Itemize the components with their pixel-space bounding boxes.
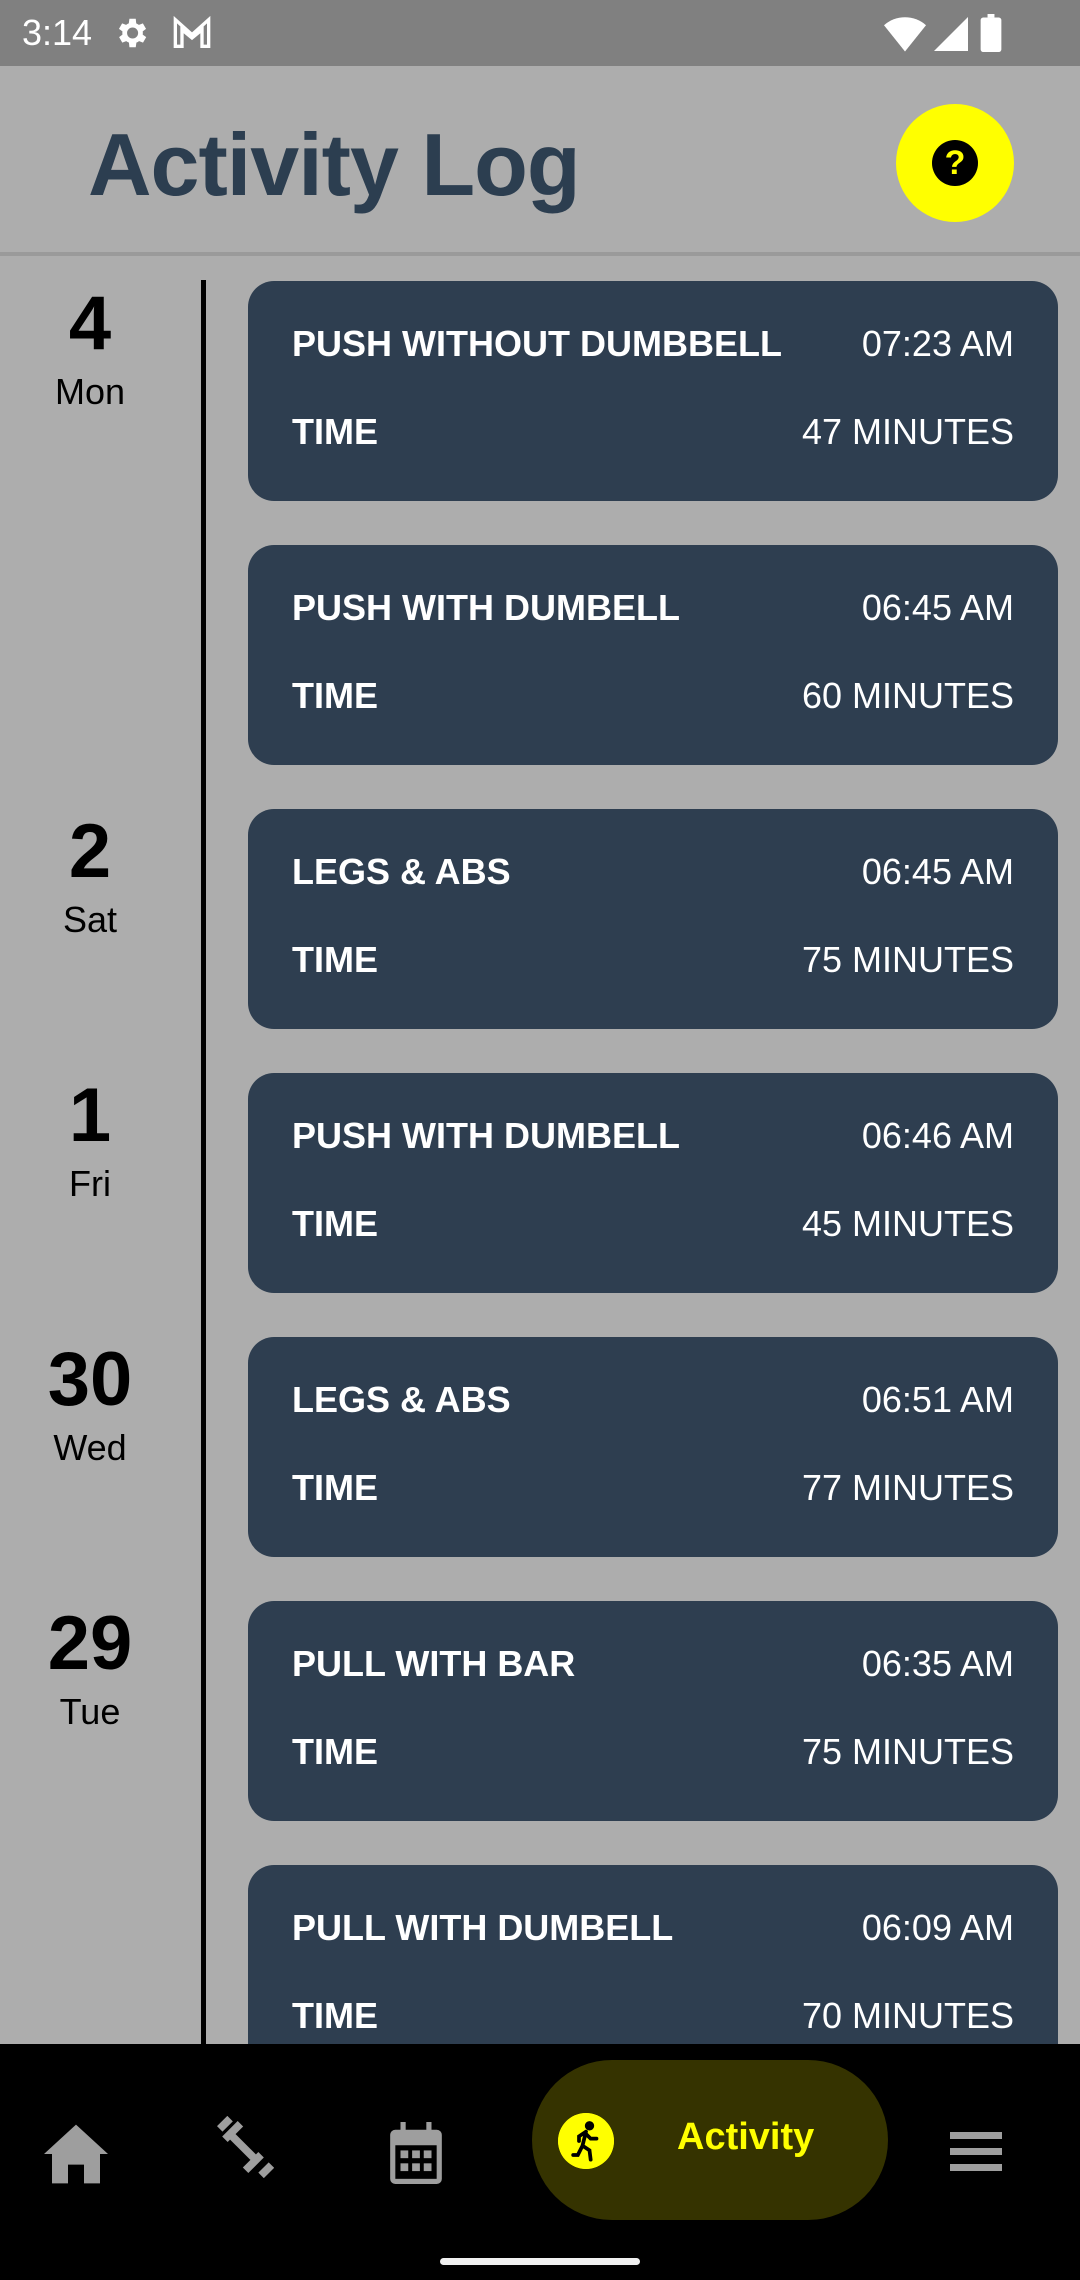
activity-name: PUSH WITH DUMBELL xyxy=(292,1115,680,1156)
day-number: 4 xyxy=(68,281,112,366)
activity-card[interactable]: PUSH WITH DUMBELL 06:46 AM TIME 45 MINUT… xyxy=(248,1073,1058,1293)
duration-label: TIME xyxy=(292,411,378,452)
day-number: 2 xyxy=(68,809,112,894)
wifi-icon xyxy=(884,17,926,52)
activity-duration: 77 MINUTES xyxy=(801,1467,1014,1508)
activity-name: PULL WITH BAR xyxy=(292,1643,576,1684)
nav-workout-button[interactable] xyxy=(212,2116,274,2178)
duration-label: TIME xyxy=(292,1995,378,2036)
activity-time: 06:09 AM xyxy=(861,1907,1014,1948)
day-marker: 29 Tue xyxy=(0,1606,180,1734)
activity-time: 06:46 AM xyxy=(861,1115,1014,1156)
activity-time: 06:35 AM xyxy=(861,1643,1014,1684)
activity-name: PUSH WITH DUMBELL xyxy=(292,587,680,628)
activity-duration: 75 MINUTES xyxy=(801,1731,1014,1772)
duration-label: TIME xyxy=(292,1731,378,1772)
activity-time: 06:51 AM xyxy=(861,1379,1014,1420)
calendar-icon xyxy=(390,2122,442,2184)
status-bar: 3:14 xyxy=(0,0,1080,66)
activity-time: 06:45 AM xyxy=(861,851,1014,892)
activity-card[interactable]: LEGS & ABS 06:51 AM TIME 77 MINUTES xyxy=(248,1337,1058,1557)
day-of-week: Wed xyxy=(53,1427,127,1468)
dumbbell-icon xyxy=(217,2116,274,2178)
day-number: 30 xyxy=(47,1337,133,1422)
activity-duration: 75 MINUTES xyxy=(801,939,1014,980)
day-marker: 30 Wed xyxy=(0,1342,180,1470)
help-icon: ? xyxy=(932,140,978,186)
signal-icon xyxy=(934,17,968,51)
day-marker: 1 Fri xyxy=(0,1078,180,1206)
activity-card[interactable]: PUSH WITH DUMBELL 06:45 AM TIME 60 MINUT… xyxy=(248,545,1058,765)
activity-duration: 45 MINUTES xyxy=(801,1203,1014,1244)
activity-duration: 47 MINUTES xyxy=(801,411,1014,452)
day-marker: 2 Sat xyxy=(0,814,180,942)
day-of-week: Fri xyxy=(69,1163,111,1204)
activity-time: 06:45 AM xyxy=(861,587,1014,628)
activity-name: LEGS & ABS xyxy=(292,851,511,892)
duration-label: TIME xyxy=(292,1467,378,1508)
nav-home-button[interactable] xyxy=(44,2124,108,2184)
page-title: Activity Log xyxy=(88,115,581,214)
help-button[interactable]: ? xyxy=(896,104,1014,222)
status-time: 3:14 xyxy=(22,12,93,53)
activity-time: 07:23 AM xyxy=(861,323,1014,364)
running-icon xyxy=(558,2113,614,2169)
activity-duration: 70 MINUTES xyxy=(801,1995,1014,2036)
home-icon xyxy=(44,2124,108,2184)
duration-label: TIME xyxy=(292,1203,378,1244)
activity-card[interactable]: PUSH WITHOUT DUMBBELL 07:23 AM TIME 47 M… xyxy=(248,281,1058,501)
battery-icon xyxy=(980,14,1002,52)
app-header: Activity Log ? xyxy=(0,66,1080,256)
activity-name: LEGS & ABS xyxy=(292,1379,511,1420)
day-of-week: Mon xyxy=(54,371,126,412)
menu-icon xyxy=(950,2132,1002,2171)
timeline-line xyxy=(201,280,206,2044)
nav-menu-button[interactable] xyxy=(950,2132,1002,2172)
nav-calendar-button[interactable] xyxy=(390,2122,442,2184)
activity-duration: 60 MINUTES xyxy=(801,675,1014,716)
day-marker: 4 Mon xyxy=(0,286,180,414)
gear-icon xyxy=(118,18,147,48)
activity-card[interactable]: LEGS & ABS 06:45 AM TIME 75 MINUTES xyxy=(248,809,1058,1029)
day-of-week: Sat xyxy=(62,899,118,940)
duration-label: TIME xyxy=(292,675,378,716)
gmail-icon xyxy=(173,16,211,48)
activity-name: PULL WITH DUMBELL xyxy=(292,1907,674,1948)
home-indicator[interactable] xyxy=(440,2258,640,2265)
activity-card[interactable]: PULL WITH BAR 06:35 AM TIME 75 MINUTES xyxy=(248,1601,1058,1821)
day-number: 1 xyxy=(68,1073,112,1158)
day-of-week: Tue xyxy=(59,1691,121,1732)
activity-name: PUSH WITHOUT DUMBBELL xyxy=(292,323,782,364)
duration-label: TIME xyxy=(292,939,378,980)
nav-activity-button[interactable]: Activity xyxy=(532,2060,888,2220)
day-number: 29 xyxy=(47,1601,133,1686)
nav-activity-label: Activity xyxy=(677,2116,815,2158)
bottom-nav: Activity xyxy=(0,2044,1080,2280)
